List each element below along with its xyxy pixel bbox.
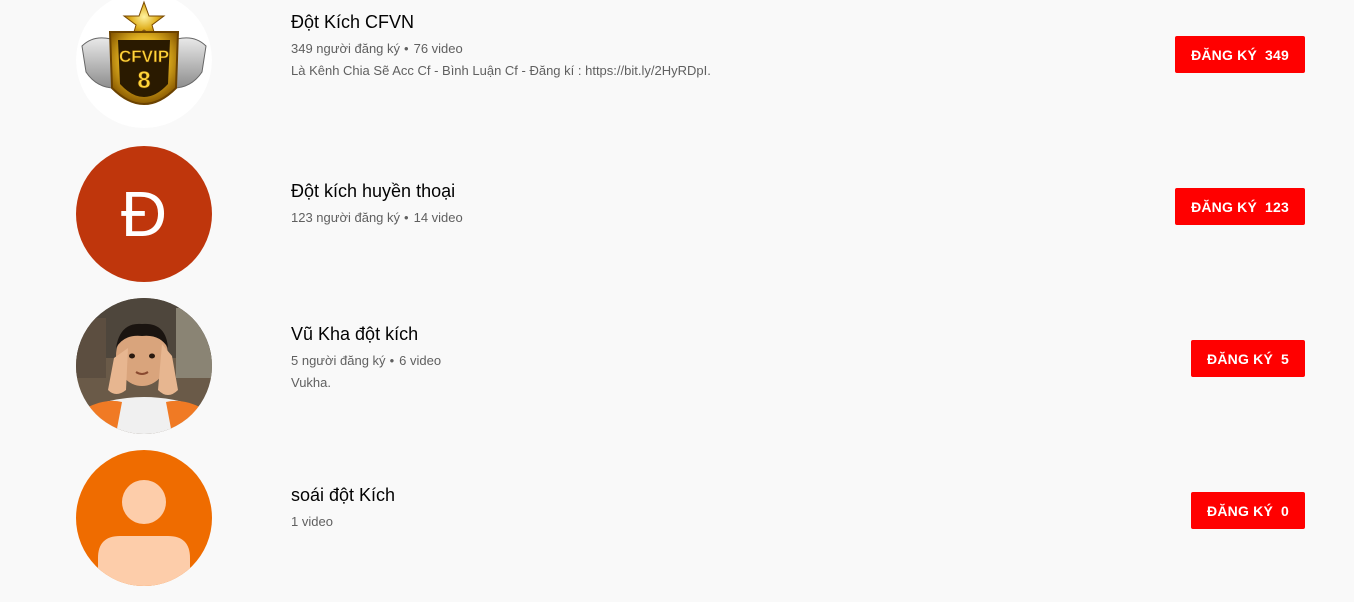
channel-info: Đột kích huyền thoại 123 người đăng ký • 1… xyxy=(291,179,463,227)
channel-row: Vũ Kha đột kích 5 người đăng ký • 6 video … xyxy=(0,298,1354,434)
video-count: 1 video xyxy=(291,514,333,529)
channel-row: Đ Đột kích huyền thoại 123 người đăng ký… xyxy=(0,146,1354,282)
channel-avatar[interactable] xyxy=(76,298,212,434)
channel-title[interactable]: Vũ Kha đột kích xyxy=(291,322,441,346)
channel-info: Vũ Kha đột kích 5 người đăng ký • 6 video … xyxy=(291,322,441,392)
subscribe-label: ĐĂNG KÝ xyxy=(1191,46,1258,63)
channel-row: soái đột Kích 1 video ĐĂNG KÝ 0 xyxy=(0,450,1354,586)
channel-description: Là Kênh Chia Sẽ Acc Cf - Bình Luận Cf - … xyxy=(291,63,711,78)
subscribe-count: 349 xyxy=(1265,46,1289,63)
channel-avatar[interactable]: CFVIP 8 xyxy=(76,0,212,128)
subscribe-count: 123 xyxy=(1265,198,1289,215)
channel-row: CFVIP 8 Đột Kích CFVN 349 người đăng ký •… xyxy=(0,0,1354,128)
logo-text-cfvip: CFVIP xyxy=(119,47,169,66)
channel-info: Đột Kích CFVN 349 người đăng ký • 76 video… xyxy=(291,10,711,80)
subscribe-button[interactable]: ĐĂNG KÝ 5 xyxy=(1191,340,1305,377)
subscribe-button[interactable]: ĐĂNG KÝ 349 xyxy=(1175,36,1305,73)
separator-dot: • xyxy=(389,353,395,368)
logo-text-8: 8 xyxy=(137,67,150,94)
letter-avatar-icon: Đ xyxy=(76,146,212,282)
channel-results-list: CFVIP 8 Đột Kích CFVN 349 người đăng ký •… xyxy=(0,0,1354,602)
subscribe-count: 0 xyxy=(1281,502,1289,519)
channel-meta: 349 người đăng ký • 76 video xyxy=(291,40,711,58)
subscribe-button[interactable]: ĐĂNG KÝ 123 xyxy=(1175,188,1305,225)
cfvip-8-badge-logo-icon: CFVIP 8 xyxy=(76,0,212,128)
child-photo-avatar-icon xyxy=(76,298,212,434)
video-count: 6 video xyxy=(399,353,442,368)
subscribe-label: ĐĂNG KÝ xyxy=(1207,502,1273,519)
channel-info: soái đột Kích 1 video xyxy=(291,483,395,531)
channel-meta: 1 video xyxy=(291,513,395,531)
subscriber-count: 5 người đăng ký xyxy=(291,353,386,368)
video-count: 14 video xyxy=(413,210,463,225)
channel-avatar[interactable] xyxy=(76,450,212,586)
subscribe-label: ĐĂNG KÝ xyxy=(1207,350,1273,367)
channel-title[interactable]: Đột kích huyền thoại xyxy=(291,179,463,203)
separator-dot: • xyxy=(404,41,409,56)
subscribe-count: 5 xyxy=(1281,350,1289,367)
subscriber-count: 349 người đăng ký xyxy=(291,41,401,56)
channel-avatar[interactable]: Đ xyxy=(76,146,212,282)
channel-meta: 123 người đăng ký • 14 video xyxy=(291,209,463,227)
subscriber-count: 123 người đăng ký xyxy=(291,210,401,225)
video-count: 76 video xyxy=(413,41,463,56)
channel-description: Vukha. xyxy=(291,375,331,390)
channel-meta: 5 người đăng ký • 6 video xyxy=(291,352,441,370)
separator-dot: • xyxy=(404,210,409,225)
channel-title[interactable]: soái đột Kích xyxy=(291,483,395,507)
subscribe-button[interactable]: ĐĂNG KÝ 0 xyxy=(1191,492,1305,529)
subscribe-label: ĐĂNG KÝ xyxy=(1191,198,1258,215)
default-person-avatar-icon xyxy=(76,450,212,586)
channel-title[interactable]: Đột Kích CFVN xyxy=(291,10,711,34)
